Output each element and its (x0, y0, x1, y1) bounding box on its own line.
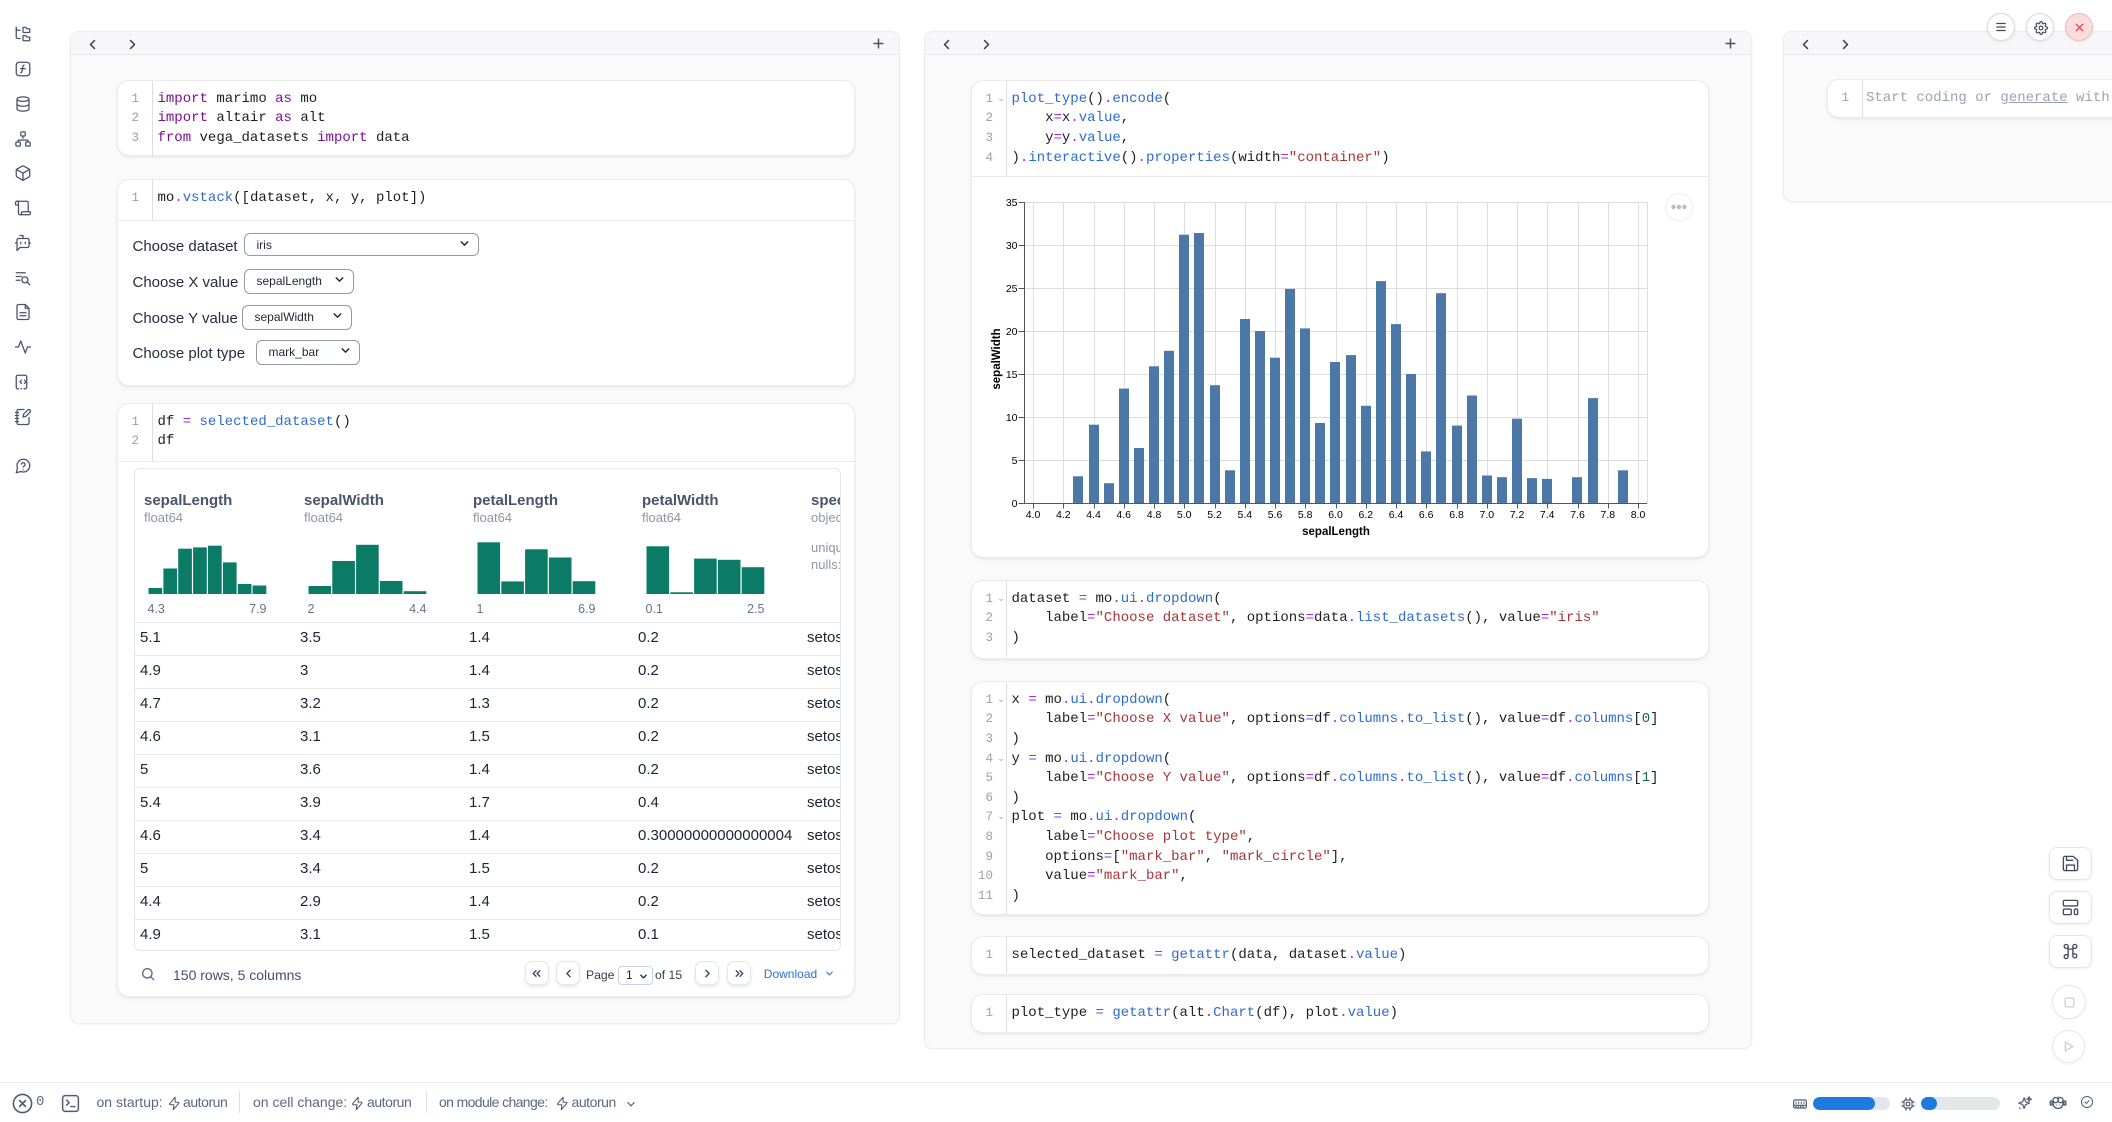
svg-text:20: 20 (1006, 326, 1018, 338)
svg-text:4.6: 4.6 (1116, 509, 1131, 521)
svg-text:6.8: 6.8 (1449, 509, 1464, 521)
svg-text:25: 25 (1006, 283, 1018, 295)
svg-text:5.6: 5.6 (1268, 509, 1283, 521)
svg-text:8.0: 8.0 (1631, 509, 1646, 521)
svg-text:5.4: 5.4 (1237, 509, 1252, 521)
svg-text:35: 35 (1006, 197, 1018, 209)
svg-text:5.0: 5.0 (1177, 509, 1192, 521)
svg-text:15: 15 (1006, 369, 1018, 381)
svg-text:6.4: 6.4 (1389, 509, 1404, 521)
svg-text:7.8: 7.8 (1600, 509, 1615, 521)
svg-text:6.0: 6.0 (1328, 509, 1343, 521)
svg-text:7.4: 7.4 (1540, 509, 1555, 521)
svg-text:sepalLength: sepalLength (1302, 526, 1370, 538)
svg-text:0: 0 (1012, 498, 1018, 510)
svg-text:4.0: 4.0 (1026, 509, 1041, 521)
svg-text:30: 30 (1006, 240, 1018, 252)
svg-text:4.2: 4.2 (1056, 509, 1071, 521)
svg-text:6.6: 6.6 (1419, 509, 1434, 521)
svg-text:7.0: 7.0 (1479, 509, 1494, 521)
svg-text:7.2: 7.2 (1510, 509, 1525, 521)
svg-text:5.8: 5.8 (1298, 509, 1313, 521)
svg-text:7.6: 7.6 (1570, 509, 1585, 521)
svg-text:5: 5 (1012, 455, 1018, 467)
svg-text:10: 10 (1006, 412, 1018, 424)
svg-text:5.2: 5.2 (1207, 509, 1222, 521)
svg-text:4.8: 4.8 (1147, 509, 1162, 521)
svg-text:4.4: 4.4 (1086, 509, 1101, 521)
svg-text:6.2: 6.2 (1358, 509, 1373, 521)
svg-text:sepalWidth: sepalWidth (991, 328, 1003, 389)
